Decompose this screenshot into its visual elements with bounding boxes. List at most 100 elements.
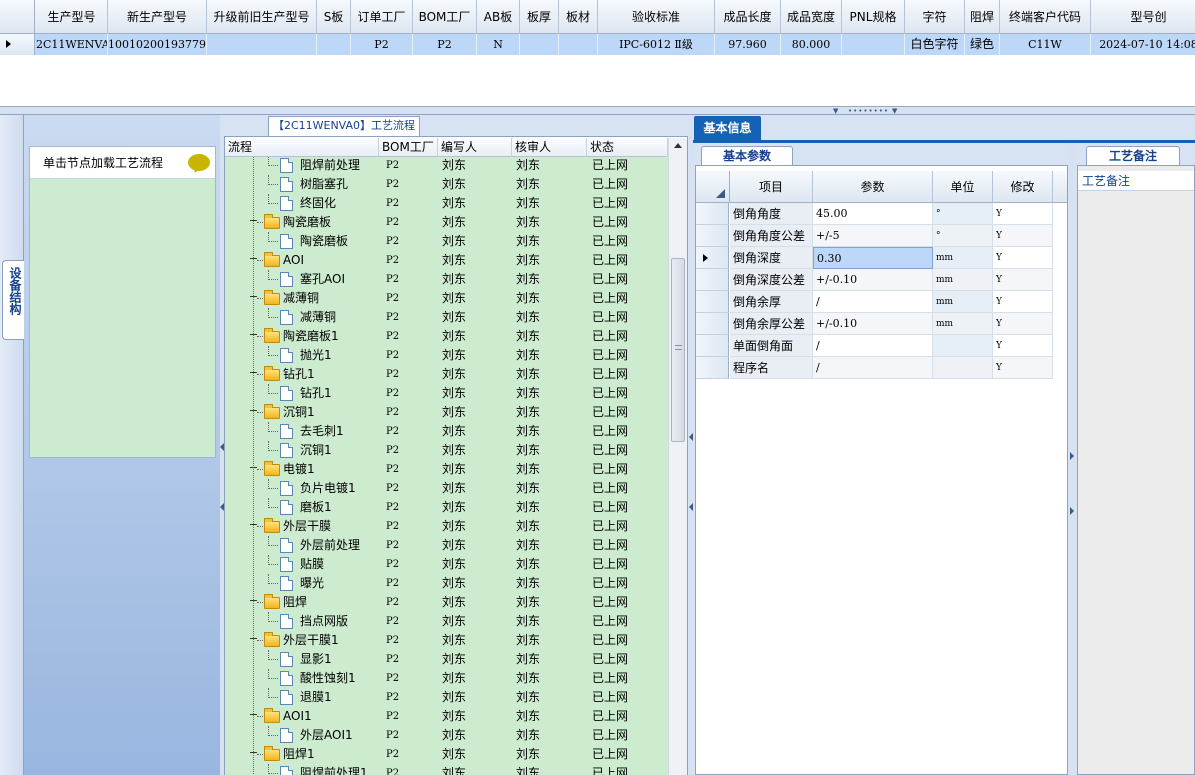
column-header[interactable]: 成品宽度 (781, 0, 842, 34)
collapse-icon[interactable] (250, 600, 257, 601)
tree-row[interactable]: 磨板1 P2 刘东 刘东 已上网 (225, 498, 668, 517)
grid-cell[interactable] (559, 34, 598, 55)
collapse-icon[interactable] (250, 638, 257, 639)
column-header[interactable]: S板 (317, 0, 351, 34)
grid-cell[interactable]: N (477, 34, 520, 55)
tree-row[interactable]: 贴膜 P2 刘东 刘东 已上网 (225, 555, 668, 574)
column-header[interactable]: 型号创 (1091, 0, 1195, 34)
tree-row[interactable]: 抛光1 P2 刘东 刘东 已上网 (225, 346, 668, 365)
param-unit-cell[interactable]: ° (933, 225, 993, 247)
grid-cell[interactable]: IPC-6012 Ⅱ级 (598, 34, 715, 55)
tab-process-notes[interactable]: 工艺备注 (1086, 146, 1180, 165)
param-unit-cell[interactable]: mm (933, 291, 993, 313)
column-header[interactable]: 订单工厂 (351, 0, 413, 34)
collapse-icon[interactable] (250, 467, 257, 468)
param-value-cell[interactable]: / (813, 291, 933, 313)
tree-scrollbar[interactable] (668, 138, 687, 775)
process-notes-box[interactable]: 工艺备注 (1077, 165, 1195, 775)
param-item-cell[interactable]: 程序名 (730, 357, 813, 379)
column-header[interactable]: 板厚 (520, 0, 559, 34)
tree-row[interactable]: 终固化 P2 刘东 刘东 已上网 (225, 194, 668, 213)
row-indicator[interactable] (696, 291, 729, 313)
tree-row[interactable]: 退膜1 P2 刘东 刘东 已上网 (225, 688, 668, 707)
row-indicator[interactable] (696, 269, 729, 291)
params-column-header[interactable]: 项目 (730, 171, 813, 203)
grid-cell[interactable]: P2 (351, 34, 413, 55)
tree-row[interactable]: 塞孔AOI P2 刘东 刘东 已上网 (225, 270, 668, 289)
scrollbar-thumb[interactable] (671, 258, 685, 442)
tree-row[interactable]: 去毛刺1 P2 刘东 刘东 已上网 (225, 422, 668, 441)
param-item-cell[interactable]: 倒角角度公差 (730, 225, 813, 247)
tab-basic-info[interactable]: 基本信息 (694, 116, 761, 140)
row-indicator[interactable] (0, 34, 35, 55)
collapse-icon[interactable] (250, 410, 257, 411)
row-indicator[interactable] (696, 247, 729, 269)
params-row[interactable]: 倒角余厚公差 +/-0.10 mm Y (696, 313, 1053, 335)
tree-column-header[interactable]: 编写人 (438, 138, 512, 157)
tree-row[interactable]: 阻焊 P2 刘东 刘东 已上网 (225, 593, 668, 612)
collapse-icon[interactable] (250, 296, 257, 297)
params-column-header[interactable]: 修改 (993, 171, 1053, 203)
tree-row[interactable]: AOI1 P2 刘东 刘东 已上网 (225, 707, 668, 726)
tree-row[interactable]: 钻孔1 P2 刘东 刘东 已上网 (225, 384, 668, 403)
param-modify-cell[interactable]: Y (993, 357, 1053, 379)
row-indicator[interactable] (696, 357, 729, 379)
grid-cell[interactable]: 绿色 (965, 34, 1000, 55)
params-row[interactable]: 程序名 / Y (696, 357, 1053, 379)
param-item-cell[interactable]: 倒角余厚公差 (730, 313, 813, 335)
collapse-icon[interactable] (250, 334, 257, 335)
grid-cell[interactable]: C11W (1000, 34, 1091, 55)
grid-cell[interactable]: 白色字符 (905, 34, 965, 55)
param-unit-cell[interactable]: mm (933, 269, 993, 291)
grid-cell[interactable] (207, 34, 317, 55)
scroll-up-icon[interactable] (674, 143, 682, 148)
params-row[interactable]: 倒角深度 0.30 mm Y (696, 247, 1053, 269)
param-modify-cell[interactable]: Y (993, 269, 1053, 291)
params-grid[interactable]: 项目 参数 单位 修改 倒角角度 45.00 ° Y 倒角角度公差 +/-5 ° Y 倒角深度 0.30 m… (695, 165, 1068, 775)
tree-row[interactable]: 阻焊1 P2 刘东 刘东 已上网 (225, 745, 668, 764)
params-row[interactable]: 倒角角度公差 +/-5 ° Y (696, 225, 1053, 247)
param-unit-cell[interactable] (933, 357, 993, 379)
param-value-cell[interactable]: / (813, 335, 933, 357)
grid-cell[interactable]: 80.000 (781, 34, 842, 55)
param-value-cell[interactable]: 0.30 (813, 247, 933, 269)
product-grid-row[interactable]: 2C11WENVA010010200193779P2P2NIPC-6012 Ⅱ级… (0, 34, 1195, 55)
tree-row[interactable]: 沉铜1 P2 刘东 刘东 已上网 (225, 441, 668, 460)
tree-body[interactable]: 阻焊前处理 P2 刘东 刘东 已上网 树脂塞孔 P2 刘东 刘东 已上网 终固化 P2 刘东 刘东 已上网陶… (225, 157, 668, 775)
param-value-cell[interactable]: 45.00 (813, 203, 933, 225)
grid-cell[interactable] (842, 34, 905, 55)
grid-cell[interactable]: 2024-07-10 14:08 (1091, 34, 1195, 55)
tree-row[interactable]: 减薄铜 P2 刘东 刘东 已上网 (225, 308, 668, 327)
param-modify-cell[interactable]: Y (993, 203, 1053, 225)
param-value-cell[interactable]: / (813, 357, 933, 379)
column-header[interactable]: PNL规格 (842, 0, 905, 34)
collapse-icon[interactable] (250, 714, 257, 715)
column-header[interactable]: 字符 (905, 0, 965, 34)
grid-cell[interactable]: 2C11WENVA0 (36, 34, 108, 55)
column-header[interactable]: 验收标准 (598, 0, 715, 34)
param-item-cell[interactable]: 倒角深度 (730, 247, 813, 269)
param-item-cell[interactable]: 倒角余厚 (730, 291, 813, 313)
tree-row[interactable]: 钻孔1 P2 刘东 刘东 已上网 (225, 365, 668, 384)
grid-cell[interactable]: P2 (413, 34, 477, 55)
tree-row[interactable]: 减薄铜 P2 刘东 刘东 已上网 (225, 289, 668, 308)
grid-cell[interactable] (317, 34, 351, 55)
param-unit-cell[interactable] (933, 335, 993, 357)
tree-column-header[interactable]: BOM工厂 (379, 138, 438, 157)
param-unit-cell[interactable]: mm (933, 313, 993, 335)
tree-row[interactable]: AOI P2 刘东 刘东 已上网 (225, 251, 668, 270)
collapse-icon[interactable] (250, 752, 257, 753)
column-header[interactable]: 板材 (559, 0, 598, 34)
column-header[interactable]: 终端客户代码 (1000, 0, 1091, 34)
column-header[interactable]: 阻焊 (965, 0, 1000, 34)
collapse-icon[interactable] (250, 372, 257, 373)
tree-row[interactable]: 挡点网版 P2 刘东 刘东 已上网 (225, 612, 668, 631)
param-modify-cell[interactable]: Y (993, 291, 1053, 313)
tree-row[interactable]: 沉铜1 P2 刘东 刘东 已上网 (225, 403, 668, 422)
collapse-icon[interactable] (250, 524, 257, 525)
row-indicator[interactable] (696, 313, 729, 335)
param-value-cell[interactable]: +/-0.10 (813, 313, 933, 335)
column-header[interactable]: 升级前旧生产型号 (207, 0, 317, 34)
param-unit-cell[interactable]: mm (933, 247, 993, 269)
param-item-cell[interactable]: 倒角角度 (730, 203, 813, 225)
